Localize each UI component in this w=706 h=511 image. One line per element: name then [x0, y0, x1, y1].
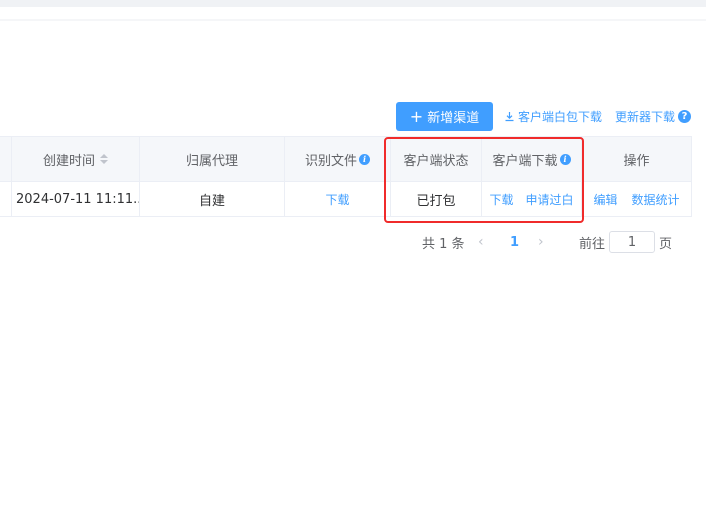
header-label: 归属代理 [185, 153, 238, 169]
header-label: 客户端下载 [492, 153, 558, 169]
row-cell-actions: 编辑 数据统计 [582, 182, 692, 216]
next-page-icon[interactable]: › [538, 231, 544, 253]
toolbar: + 新增渠道 客户端白包下载 更新器下载 ? [0, 102, 706, 131]
row-cell-client-download: 下载 申请过白 [482, 182, 582, 216]
header-cell-client-download: 客户端下载 i [482, 137, 582, 181]
goto-page-input[interactable] [609, 231, 655, 253]
client-package-download-link[interactable]: 客户端白包下载 [504, 102, 602, 131]
top-bar [0, 0, 706, 7]
apply-whitelist-link[interactable]: 申请过白 [526, 191, 574, 208]
header-cell-selection [0, 137, 12, 181]
edit-link[interactable]: 编辑 [593, 191, 617, 208]
sort-icon[interactable] [100, 154, 108, 164]
add-channel-button[interactable]: + 新增渠道 [396, 102, 493, 131]
download-icon [504, 111, 515, 122]
row-cell-client-status: 已打包 [391, 182, 482, 216]
info-icon[interactable]: i [559, 153, 571, 165]
header-cell-created-time[interactable]: 创建时间 [12, 137, 140, 181]
row-cell-id-file: 下载 [285, 182, 391, 216]
pagination-total: 共 1 条 [422, 236, 465, 252]
pagination: 共 1 条 ‹ 1 › 前往 页 [0, 231, 706, 253]
top-divider [0, 19, 706, 21]
info-icon[interactable]: i [359, 153, 370, 165]
question-icon[interactable]: ? [678, 110, 692, 123]
header-cell-id-file: 识别文件 i [285, 137, 391, 181]
id-file-download-link[interactable]: 下载 [325, 191, 349, 208]
channel-table: 创建时间 归属代理 识别文件 i 客户端状态 客户端下载 i 操作 2024-0… [0, 136, 692, 217]
table-row: 2024-07-11 11:11... 自建 下载 已打包 下载 申请过白 编辑… [0, 182, 692, 217]
updater-download-link[interactable]: 更新器下载 ? [615, 102, 692, 131]
page-suffix: 页 [659, 236, 673, 252]
data-stats-link[interactable]: 数据统计 [632, 191, 680, 208]
add-channel-label: 新增渠道 [427, 111, 480, 126]
goto-label: 前往 [579, 236, 606, 252]
header-cell-agent: 归属代理 [140, 137, 285, 181]
header-label: 识别文件 [304, 153, 357, 169]
prev-page-icon[interactable]: ‹ [478, 231, 484, 253]
client-package-download-label: 客户端白包下载 [518, 110, 603, 124]
header-label: 操作 [623, 153, 650, 169]
table-header: 创建时间 归属代理 识别文件 i 客户端状态 客户端下载 i 操作 [0, 136, 692, 182]
header-label: 客户端状态 [403, 153, 469, 169]
header-cell-actions: 操作 [582, 137, 692, 181]
row-cell-selection [0, 182, 12, 216]
header-label: 创建时间 [42, 153, 95, 169]
row-cell-created-time: 2024-07-11 11:11... [12, 182, 140, 216]
page-number[interactable]: 1 [510, 231, 519, 253]
plus-icon: + [409, 106, 424, 126]
header-cell-client-status: 客户端状态 [391, 137, 482, 181]
client-download-link[interactable]: 下载 [489, 191, 513, 208]
updater-download-label: 更新器下载 [615, 110, 676, 124]
row-cell-agent: 自建 [140, 182, 285, 216]
